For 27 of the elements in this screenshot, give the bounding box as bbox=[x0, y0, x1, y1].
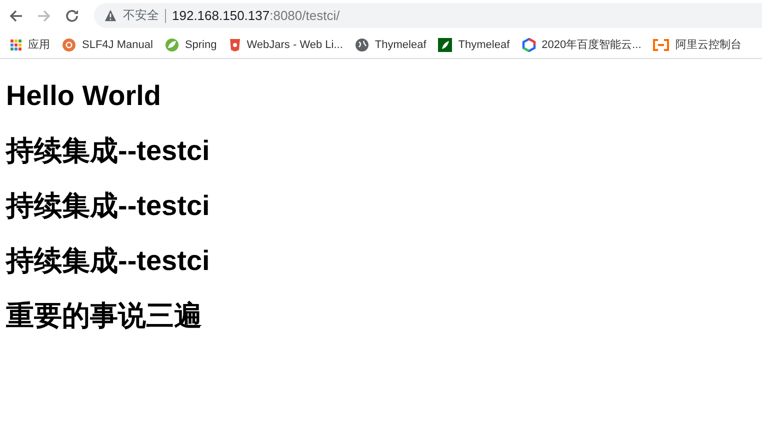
heading: Hello World bbox=[6, 79, 162, 113]
url-text: 192.168.150.137:8080/testci/ bbox=[172, 8, 340, 23]
apps-grid-icon bbox=[10, 38, 22, 50]
shield-icon bbox=[228, 38, 241, 52]
bookmark[interactable]: WebJars - Web Li... bbox=[228, 38, 343, 52]
back-icon[interactable] bbox=[8, 8, 24, 24]
bookmark[interactable]: 阿里云控制台 bbox=[653, 37, 742, 52]
bookmark[interactable]: 2020年百度智能云... bbox=[522, 37, 642, 52]
bookmark[interactable]: Thymeleaf bbox=[354, 38, 426, 52]
bracket-logo-icon bbox=[653, 38, 670, 50]
heading: 重要的事说三遍 bbox=[6, 299, 203, 333]
heading: 持续集成--testci bbox=[6, 244, 211, 278]
heading: 持续集成--testci bbox=[6, 189, 211, 223]
circle-logo-icon bbox=[62, 38, 76, 52]
warning-icon[interactable] bbox=[104, 9, 117, 22]
reload-icon[interactable] bbox=[64, 8, 80, 24]
hexagon-logo-icon bbox=[522, 38, 536, 52]
security-label: 不安全 bbox=[123, 7, 159, 24]
bookmark[interactable]: SLF4J Manual bbox=[62, 38, 153, 52]
leaf-circle-icon bbox=[164, 38, 179, 52]
address-bar[interactable]: 不安全 192.168.150.137:8080/testci/ bbox=[94, 3, 762, 28]
bookmark[interactable]: Thymeleaf bbox=[438, 38, 510, 52]
globe-icon bbox=[354, 38, 369, 52]
leaf-square-icon bbox=[438, 38, 452, 52]
heading: 持续集成--testci bbox=[6, 134, 211, 168]
bookmark[interactable]: 应用 bbox=[10, 37, 50, 52]
bookmark[interactable]: Spring bbox=[164, 38, 217, 52]
